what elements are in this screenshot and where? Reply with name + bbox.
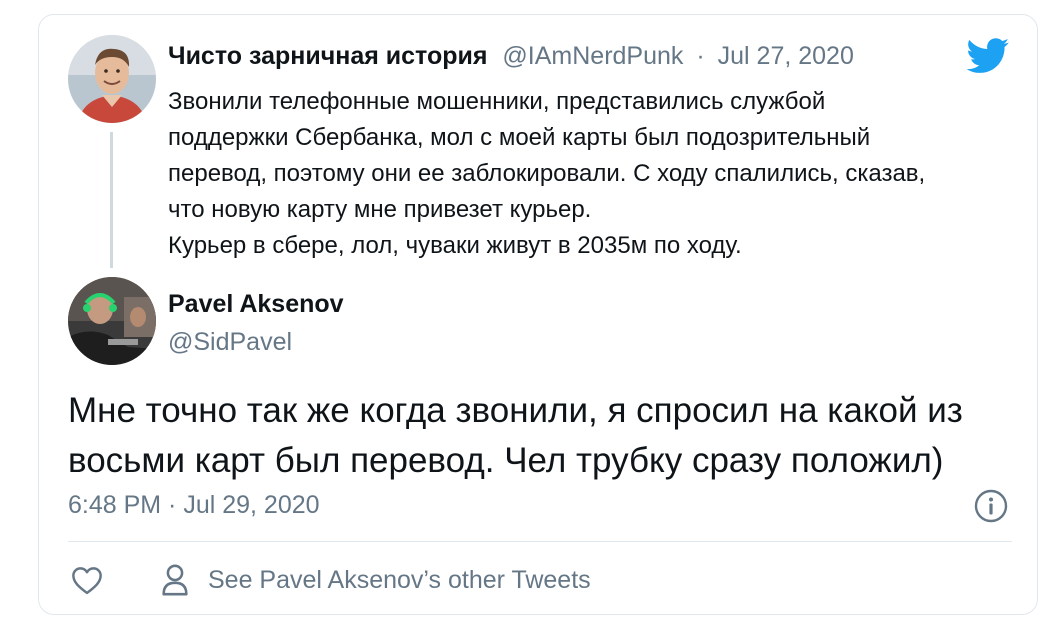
quoted-text-line: Звонили телефонные мошенники, представил… — [168, 88, 826, 115]
quoted-tweet-header: Чисто зарничная история @IAmNerdPunk · J… — [168, 42, 854, 71]
quoted-author-handle[interactable]: @IAmNerdPunk — [502, 42, 683, 70]
quoted-author-avatar[interactable] — [68, 35, 156, 123]
header-separator: · — [696, 42, 705, 70]
actions-divider — [68, 541, 1012, 542]
quoted-text-line: поддержки Сбербанка, мол с моей карты бы… — [168, 124, 871, 151]
quoted-author-name[interactable]: Чисто зарничная история — [168, 42, 487, 70]
tweet-timestamp[interactable]: 6:48 PM · Jul 29, 2020 — [68, 491, 320, 520]
reply-text-line: восьми карт был перевод. Чел трубку сраз… — [68, 441, 944, 480]
reply-tweet-text: Мне точно так же когда звонили, я спроси… — [68, 386, 1018, 486]
reply-text-line: Мне точно так же когда звонили, я спроси… — [68, 391, 963, 430]
reply-author-handle[interactable]: @SidPavel — [168, 328, 292, 357]
quoted-text-line: что новую карту мне привезет курьер. — [168, 196, 592, 223]
quoted-tweet-date[interactable]: Jul 27, 2020 — [718, 42, 854, 70]
twitter-bird-icon[interactable] — [966, 38, 1010, 79]
heart-icon[interactable] — [70, 565, 104, 600]
quoted-text-line: Курьер в сбере, лол, чуваки живут в 2035… — [168, 232, 742, 259]
quoted-tweet-text: Звонили телефонные мошенники, представил… — [168, 84, 1028, 264]
info-icon[interactable] — [974, 489, 1008, 528]
person-icon — [162, 564, 188, 596]
see-other-tweets-link[interactable]: See Pavel Aksenov’s other Tweets — [160, 562, 591, 598]
reply-author-avatar[interactable] — [68, 277, 156, 365]
quoted-text-line: перевод, поэтому они ее заблокировали. С… — [168, 160, 926, 187]
reply-author-name[interactable]: Pavel Aksenov — [168, 290, 344, 319]
see-other-tweets-label[interactable]: See Pavel Aksenov’s other Tweets — [208, 566, 591, 595]
thread-connector-line — [110, 132, 113, 268]
